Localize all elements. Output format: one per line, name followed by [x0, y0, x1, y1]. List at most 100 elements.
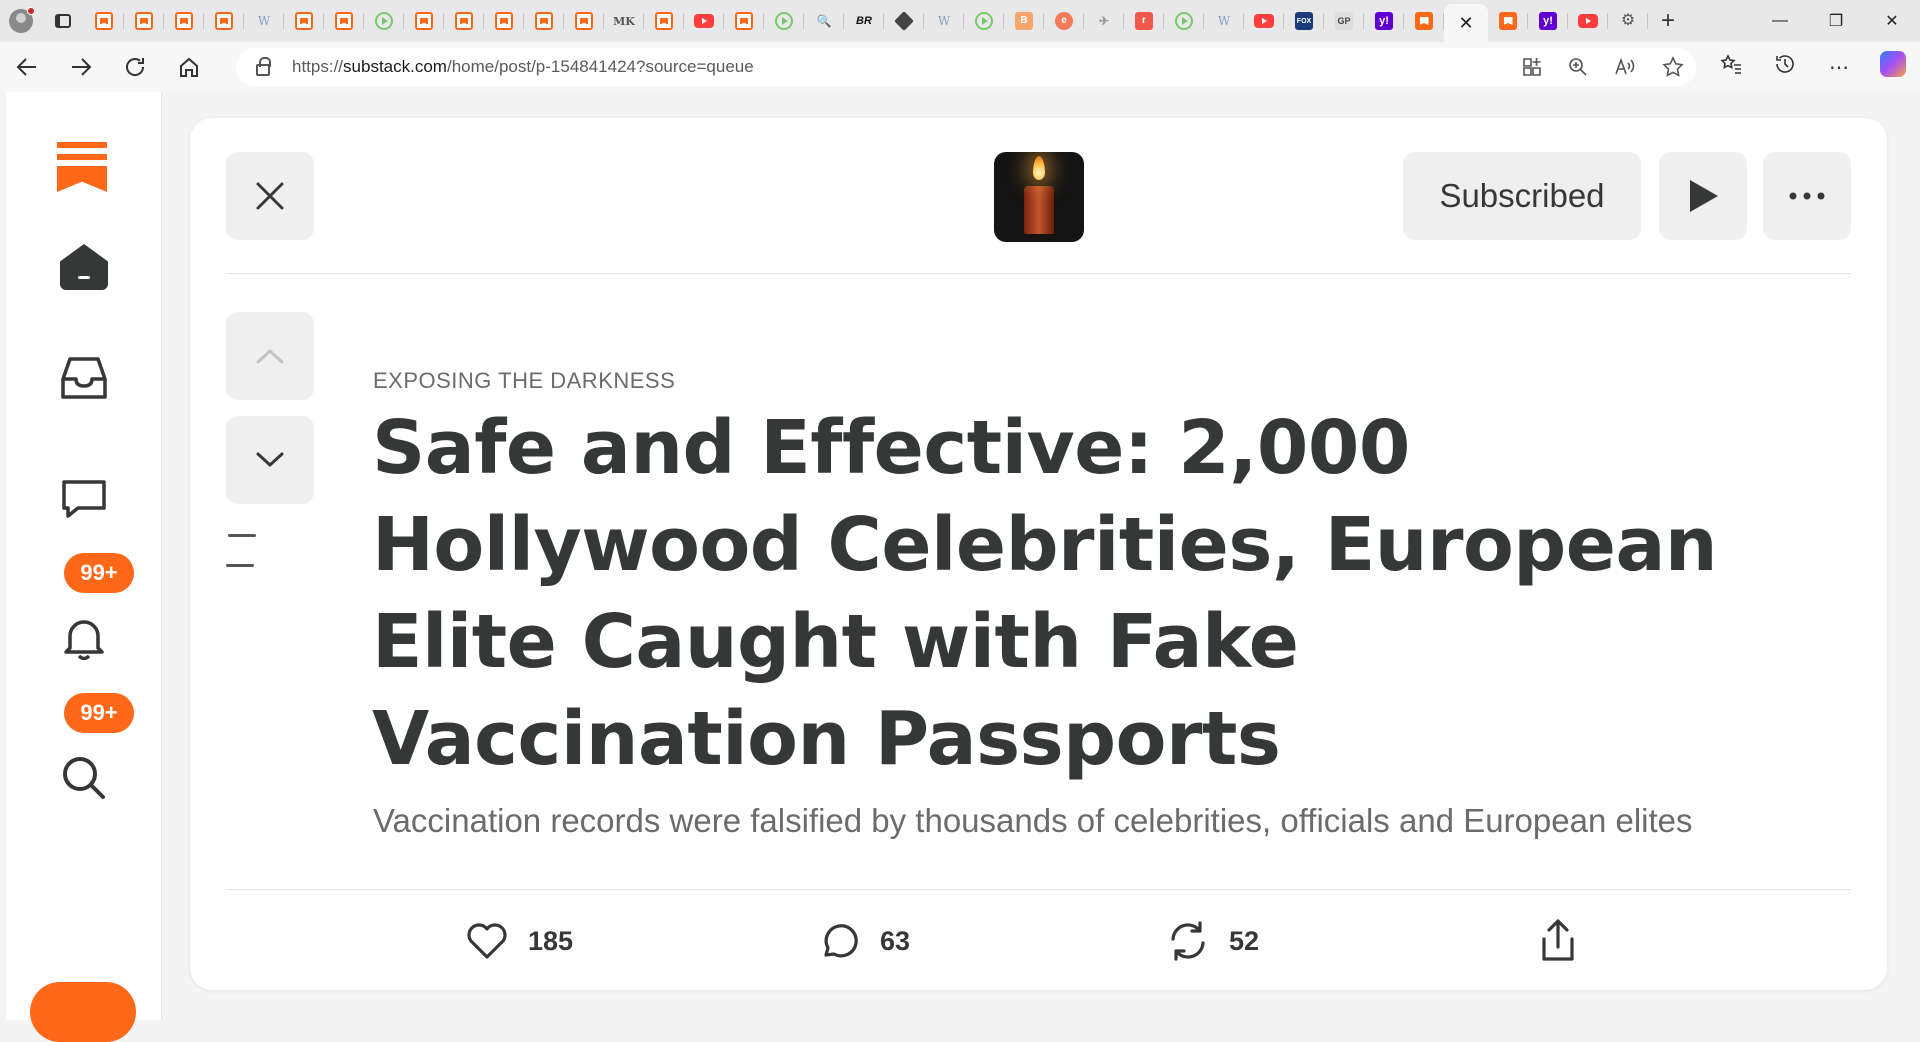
- browser-tab[interactable]: [364, 0, 404, 42]
- browser-tab[interactable]: 🔍: [804, 0, 844, 42]
- back-button[interactable]: [0, 42, 54, 92]
- forward-arrow-icon: [72, 58, 92, 76]
- previous-post-button[interactable]: [226, 312, 314, 400]
- browser-tab[interactable]: [1488, 0, 1528, 42]
- browser-tab[interactable]: [1244, 0, 1284, 42]
- comment-button[interactable]: 63: [818, 917, 910, 965]
- browser-tab[interactable]: W: [1204, 0, 1244, 42]
- new-tab-button[interactable]: +: [1648, 0, 1688, 42]
- read-aloud-icon[interactable]: [1614, 57, 1636, 77]
- bird-favicon-icon: ✈: [1098, 14, 1110, 28]
- settings-more-button[interactable]: ⋯: [1812, 55, 1866, 80]
- subscribed-button[interactable]: Subscribed: [1403, 152, 1641, 240]
- minimize-button[interactable]: —: [1752, 0, 1808, 42]
- forward-button[interactable]: [54, 42, 108, 92]
- browser-tab[interactable]: r: [1124, 0, 1164, 42]
- browser-tab[interactable]: [484, 0, 524, 42]
- next-post-button[interactable]: [226, 416, 314, 504]
- browser-tab[interactable]: B: [1004, 0, 1044, 42]
- substack-app: 99+ 99+ Subscribed EXPOSING THE DARKNESS…: [0, 92, 1920, 1042]
- more-options-button[interactable]: [1763, 152, 1851, 240]
- like-button[interactable]: 185: [466, 917, 573, 965]
- ss-favicon-icon: [135, 12, 153, 30]
- post-subtitle: Vaccination records were falsified by th…: [373, 802, 1693, 839]
- restack-button[interactable]: 52: [1167, 917, 1259, 965]
- home-button[interactable]: [162, 42, 216, 92]
- like-count: 185: [528, 925, 574, 956]
- close-tab-icon[interactable]: ✕: [1458, 13, 1473, 34]
- browser-tab[interactable]: [884, 0, 924, 42]
- yt-favicon-icon: [1254, 14, 1274, 28]
- browser-tab[interactable]: [284, 0, 324, 42]
- browser-tab[interactable]: [524, 0, 564, 42]
- app-available-icon[interactable]: [1522, 57, 1542, 77]
- browser-tab[interactable]: ✈: [1084, 0, 1124, 42]
- browser-tab[interactable]: e: [1044, 0, 1084, 42]
- browser-tab[interactable]: [964, 0, 1004, 42]
- favorites-button[interactable]: [1704, 54, 1758, 80]
- browser-tab[interactable]: MK: [604, 0, 644, 42]
- active-browser-tab[interactable]: ✕: [1444, 4, 1488, 42]
- browser-tab[interactable]: [84, 0, 124, 42]
- nav-search[interactable]: [60, 754, 108, 802]
- publication-name[interactable]: EXPOSING THE DARKNESS: [373, 368, 675, 394]
- toc-marker[interactable]: [228, 534, 256, 537]
- yahoo-favicon-icon: y!: [1375, 12, 1393, 30]
- home-outline-icon: [180, 57, 198, 77]
- history-button[interactable]: [1758, 53, 1812, 81]
- browser-tab[interactable]: W: [244, 0, 284, 42]
- nav-inbox[interactable]: [60, 354, 108, 402]
- post-reader-card: Subscribed EXPOSING THE DARKNESS Safe an…: [190, 118, 1887, 990]
- lock-icon: [256, 57, 271, 76]
- play-audio-button[interactable]: [1659, 152, 1747, 240]
- browser-tab[interactable]: [564, 0, 604, 42]
- browser-tab[interactable]: [324, 0, 364, 42]
- browser-tab[interactable]: [644, 0, 684, 42]
- browser-tab[interactable]: [404, 0, 444, 42]
- refresh-button[interactable]: [108, 42, 162, 92]
- comment-count: 63: [880, 925, 911, 956]
- substack-logo-icon[interactable]: [57, 142, 107, 198]
- nav-chat[interactable]: [60, 474, 108, 522]
- copilot-button[interactable]: [1866, 51, 1920, 83]
- share-button[interactable]: [1538, 917, 1578, 965]
- browser-tab[interactable]: FOX: [1284, 0, 1324, 42]
- browser-tab[interactable]: y!: [1364, 0, 1404, 42]
- browser-tab[interactable]: GP: [1324, 0, 1364, 42]
- messages-badge: 99+: [64, 553, 134, 593]
- browser-tab[interactable]: [684, 0, 724, 42]
- create-button[interactable]: [30, 982, 136, 1042]
- browser-tab[interactable]: y!: [1528, 0, 1568, 42]
- browser-tab[interactable]: [444, 0, 484, 42]
- url-domain: substack.com: [343, 57, 447, 76]
- fox-favicon-icon: FOX: [1295, 12, 1313, 30]
- ss-favicon-icon: [535, 12, 553, 30]
- tab-actions-button[interactable]: [42, 0, 84, 42]
- toc-marker[interactable]: [226, 564, 254, 567]
- play-favicon-icon: [975, 12, 993, 30]
- comment-icon: [824, 924, 858, 958]
- url-text[interactable]: https://substack.com/home/post/p-1548414…: [292, 57, 754, 77]
- browser-tab[interactable]: W: [924, 0, 964, 42]
- browser-tab[interactable]: [764, 0, 804, 42]
- browser-tab[interactable]: [124, 0, 164, 42]
- browser-tab[interactable]: [1164, 0, 1204, 42]
- browser-tab[interactable]: [724, 0, 764, 42]
- wiki-favicon-icon: W: [257, 14, 271, 28]
- favorite-star-icon[interactable]: [1662, 56, 1684, 78]
- browser-tab[interactable]: [164, 0, 204, 42]
- publication-logo[interactable]: [994, 152, 1084, 242]
- browser-tab[interactable]: [204, 0, 244, 42]
- close-window-button[interactable]: ✕: [1864, 0, 1920, 42]
- nav-home[interactable]: [60, 243, 108, 291]
- maximize-button[interactable]: ❐: [1808, 0, 1864, 42]
- browser-tab[interactable]: [1404, 0, 1444, 42]
- browser-tab[interactable]: ⚙: [1608, 0, 1648, 42]
- profile-button[interactable]: [0, 0, 42, 42]
- browser-tab[interactable]: [1568, 0, 1608, 42]
- close-post-button[interactable]: [226, 152, 314, 240]
- zoom-icon[interactable]: [1568, 57, 1588, 77]
- browser-tab[interactable]: BR: [844, 0, 884, 42]
- nav-notifications[interactable]: [60, 614, 108, 662]
- address-bar[interactable]: https://substack.com/home/post/p-1548414…: [236, 48, 1696, 86]
